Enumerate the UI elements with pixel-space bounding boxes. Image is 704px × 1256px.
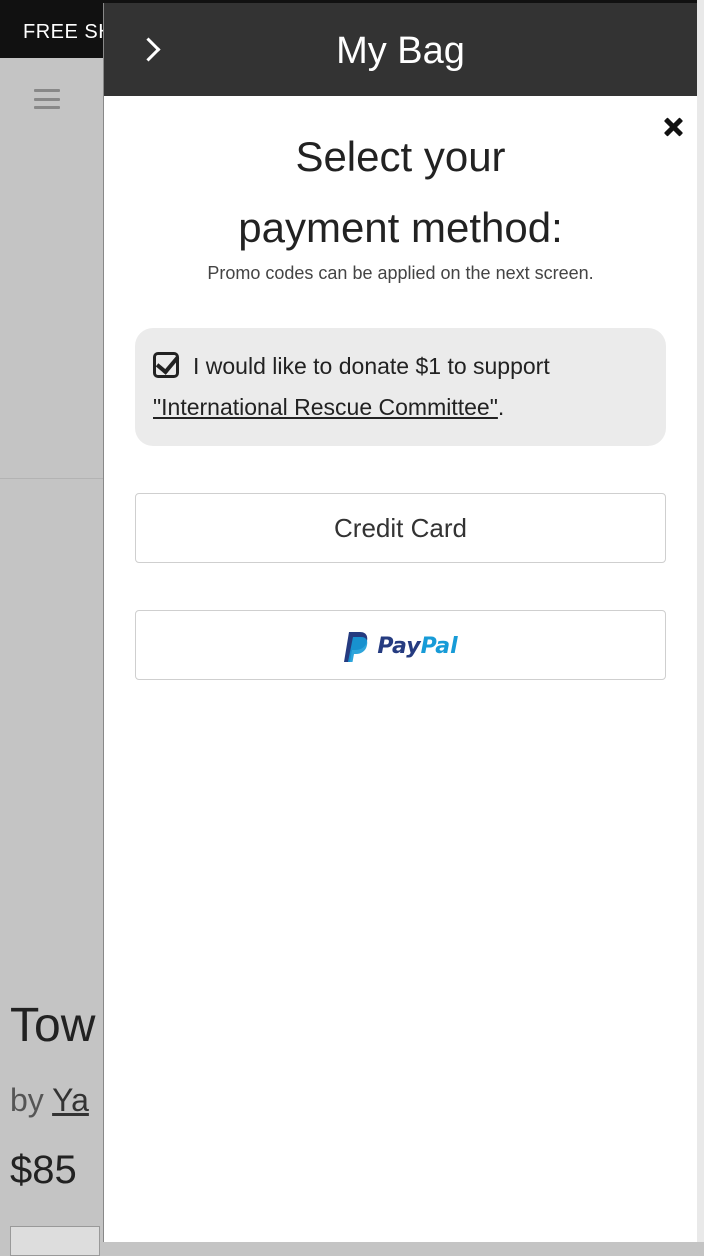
heading-line-1: Select your (295, 133, 506, 180)
product-title: Tow (10, 999, 96, 1052)
donation-option: I would like to donate $1 to support "In… (135, 328, 666, 446)
checkbox-checked-icon[interactable] (153, 352, 179, 378)
charity-link[interactable]: "International Rescue Committee" (153, 394, 498, 420)
paypal-word-1: Pay (377, 634, 421, 660)
paypal-logo: PayPal (343, 613, 458, 681)
by-label: by (10, 1082, 53, 1118)
drawer-header: My Bag (104, 3, 697, 96)
product-artist: by Ya (10, 1082, 89, 1119)
scrollbar[interactable] (697, 0, 704, 1242)
credit-card-button[interactable]: Credit Card (135, 493, 666, 563)
promo-note: Promo codes can be applied on the next s… (207, 263, 594, 283)
paypal-word-2: Pal (420, 634, 458, 660)
heading-line-2: payment method: (238, 204, 563, 251)
product-price: $85 (10, 1148, 77, 1192)
donate-text: I would like to donate $1 to support (193, 353, 550, 379)
drawer-title: My Bag (336, 30, 465, 72)
hamburger-menu-icon[interactable] (34, 89, 60, 109)
artist-link[interactable]: Ya (52, 1082, 89, 1118)
page-title: Select your payment method: (104, 121, 697, 263)
quantity-box[interactable] (10, 1226, 100, 1256)
paypal-button[interactable]: PayPal (135, 610, 666, 680)
donate-suffix: . (497, 394, 505, 420)
divider (0, 478, 104, 479)
paypal-icon (344, 632, 368, 663)
bag-drawer: My Bag Select your payment method: Promo… (104, 3, 697, 1242)
